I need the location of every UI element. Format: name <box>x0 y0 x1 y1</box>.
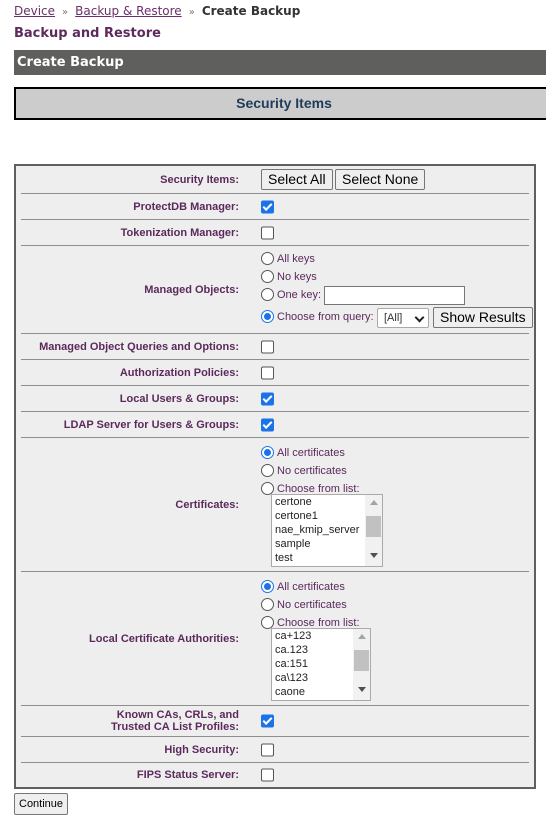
auth-policies-checkbox[interactable] <box>261 366 274 379</box>
scroll-down-icon[interactable] <box>358 687 366 692</box>
radio-all-keys-input[interactable] <box>261 252 274 265</box>
row-tokenization: Tokenization Manager: <box>21 220 529 246</box>
show-results-button[interactable]: Show Results <box>433 307 533 328</box>
radio-choose-query-input[interactable] <box>261 310 274 323</box>
page-title: Backup and Restore <box>14 26 161 41</box>
mo-queries-checkbox[interactable] <box>261 340 274 353</box>
scrollbar[interactable] <box>353 629 370 700</box>
local-cas-listbox[interactable]: ca+123 ca.123 ca:151 ca\123 caone <box>271 628 371 701</box>
row-managed-objects: Managed Objects: All keys No keys One ke… <box>21 246 533 334</box>
row-certificates: Certificates: All certificates No certif… <box>21 438 529 572</box>
radio-no-ca-certificates-input[interactable] <box>261 598 274 611</box>
radio-all-certificates-label: All certificates <box>277 447 345 459</box>
certificates-listbox[interactable]: certone certone1 nae_kmip_server sample … <box>271 494 383 567</box>
radio-no-certificates-input[interactable] <box>261 464 274 477</box>
mo-queries-label: Managed Object Queries and Options: <box>39 340 239 353</box>
query-select[interactable]: [All] <box>377 308 429 328</box>
certificates-label: Certificates: <box>175 498 239 511</box>
security-items-label: Security Items: <box>160 173 239 186</box>
security-items-header: Security Items <box>14 87 546 120</box>
row-known-cas: Known CAs, CRLs, and Trusted CA List Prof… <box>21 706 529 737</box>
query-select-value: [All] <box>384 312 403 324</box>
chevron-down-icon <box>414 312 425 323</box>
scroll-thumb[interactable] <box>354 650 369 671</box>
breadcrumb-device-link[interactable]: Device <box>14 4 55 18</box>
protectdb-checkbox[interactable] <box>261 200 274 213</box>
radio-all-ca-certificates-label: All certificates <box>277 581 345 593</box>
one-key-input[interactable] <box>324 286 465 305</box>
scroll-up-icon[interactable] <box>370 500 378 505</box>
local-cas-label: Local Certificate Authorities: <box>89 632 239 645</box>
scroll-up-icon[interactable] <box>358 634 366 639</box>
scroll-down-icon[interactable] <box>370 553 378 558</box>
high-security-checkbox[interactable] <box>261 743 274 756</box>
radio-no-certificates-label: No certificates <box>277 465 347 477</box>
row-auth-policies: Authorization Policies: <box>21 360 529 386</box>
section-title-bar: Create Backup <box>14 50 546 75</box>
select-all-button[interactable]: Select All <box>261 169 333 190</box>
radio-no-keys-label: No keys <box>277 271 317 283</box>
protectdb-label: ProtectDB Manager: <box>133 200 239 213</box>
breadcrumb-separator: » <box>188 7 195 18</box>
continue-button[interactable]: Continue <box>14 793 69 815</box>
managed-objects-label: Managed Objects: <box>144 283 239 296</box>
local-users-checkbox[interactable] <box>261 392 274 405</box>
security-items-form: Security Items: Select All Select None P… <box>14 164 536 789</box>
breadcrumb: Device » Backup & Restore » Create Backup <box>14 4 300 18</box>
row-mo-queries: Managed Object Queries and Options: <box>21 334 529 360</box>
fips-checkbox[interactable] <box>261 768 274 782</box>
row-local-cas: Local Certificate Authorities: All certi… <box>21 572 529 706</box>
scrollbar[interactable] <box>365 495 382 566</box>
radio-no-keys-input[interactable] <box>261 270 274 283</box>
breadcrumb-backup-restore-link[interactable]: Backup & Restore <box>75 4 182 18</box>
tokenization-checkbox[interactable] <box>261 226 274 239</box>
row-fips: FIPS Status Server: <box>21 763 529 787</box>
breadcrumb-current: Create Backup <box>201 4 301 18</box>
ldap-checkbox[interactable] <box>261 418 274 431</box>
row-ldap: LDAP Server for Users & Groups: <box>21 412 529 438</box>
known-cas-label: Known CAs, CRLs, and Trusted CA List Prof… <box>111 709 239 733</box>
row-security-items: Security Items: Select All Select None <box>21 166 529 194</box>
ldap-label: LDAP Server for Users & Groups: <box>63 418 239 431</box>
radio-all-certificates-input[interactable] <box>261 446 274 459</box>
select-none-button[interactable]: Select None <box>335 169 426 190</box>
radio-no-ca-certificates-label: No certificates <box>277 599 347 611</box>
tokenization-label: Tokenization Manager: <box>120 226 239 239</box>
radio-all-ca-certificates-input[interactable] <box>261 580 274 593</box>
local-users-label: Local Users & Groups: <box>119 392 239 405</box>
known-cas-checkbox[interactable] <box>261 714 274 728</box>
scroll-thumb[interactable] <box>366 516 381 537</box>
high-security-label: High Security: <box>164 743 239 756</box>
radio-all-keys-label: All keys <box>277 253 315 265</box>
radio-choose-query-label: Choose from query: <box>277 311 374 323</box>
fips-label: FIPS Status Server: <box>136 769 239 781</box>
auth-policies-label: Authorization Policies: <box>119 366 239 379</box>
row-local-users: Local Users & Groups: <box>21 386 529 412</box>
breadcrumb-separator: » <box>62 7 69 18</box>
radio-one-key-input[interactable] <box>261 288 274 301</box>
row-high-security: High Security: <box>21 737 529 763</box>
radio-one-key-label: One key: <box>277 289 322 301</box>
row-protectdb: ProtectDB Manager: <box>21 194 529 220</box>
